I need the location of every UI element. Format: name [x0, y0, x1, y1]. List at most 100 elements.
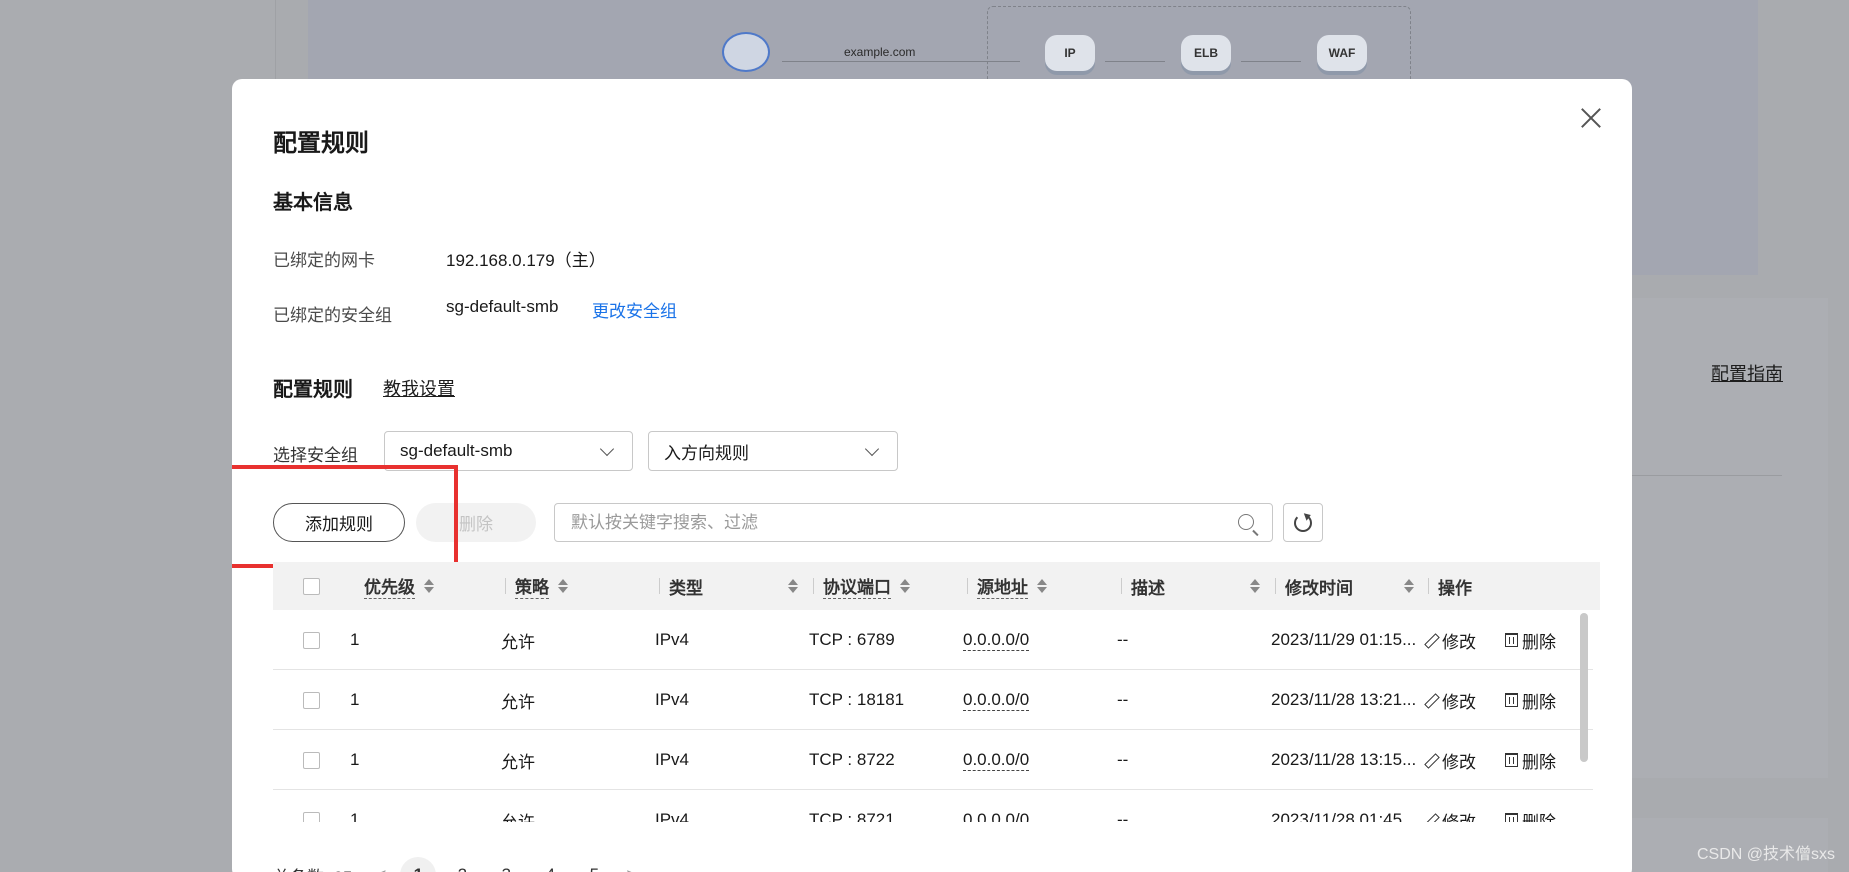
cell-type: IPv4 [655, 630, 690, 649]
chevron-down-icon [599, 441, 615, 457]
cell-source[interactable]: 0.0.0.0/0 [963, 730, 1030, 790]
rule-direction-select-value: 入方向规则 [664, 443, 749, 463]
delete-rule-button[interactable]: 删除 [1505, 790, 1556, 822]
delete-rule-button[interactable]: 删除 [1505, 730, 1556, 790]
cell-source-value: 0.0.0.0/0 [963, 810, 1029, 823]
security-group-label: 已绑定的安全组 [273, 306, 392, 325]
cell-description: -- [1117, 810, 1129, 822]
page-2-button[interactable]: 2 [440, 857, 484, 872]
header-modified-time[interactable]: 修改时间 [1275, 562, 1420, 610]
header-source[interactable]: 源地址 [967, 562, 1048, 610]
header-type-label: 类型 [669, 578, 703, 598]
header-port-label: 协议端口 [823, 573, 891, 599]
basic-info-title: 基本信息 [273, 192, 353, 214]
page-5-button[interactable]: 5 [572, 857, 616, 872]
row-checkbox[interactable] [303, 631, 320, 649]
security-group-value: sg-default-smb [446, 297, 559, 316]
cell-description: -- [1117, 690, 1129, 709]
change-security-group-link[interactable]: 更改安全组 [592, 297, 677, 322]
header-priority[interactable]: 优先级 [364, 562, 435, 610]
rule-direction-select[interactable]: 入方向规则 [648, 431, 898, 471]
cell-source[interactable]: 0.0.0.0/0 [963, 790, 1029, 823]
header-priority-label: 优先级 [364, 573, 415, 599]
cell-port: TCP : 8721 [809, 810, 895, 822]
edit-rule-button[interactable]: 修改 [1424, 790, 1476, 823]
cell-description: -- [1117, 630, 1129, 649]
column-divider [659, 578, 660, 594]
table-row: 1 允许 IPv4 TCP : 8722 0.0.0.0/0 -- 2023/1… [273, 730, 1593, 790]
diagram-connector [782, 61, 1020, 62]
header-modified-label: 修改时间 [1285, 578, 1353, 598]
page-1-button[interactable]: 1 [400, 857, 437, 872]
cell-port: TCP : 6789 [809, 630, 895, 649]
cell-source[interactable]: 0.0.0.0/0 [963, 610, 1030, 670]
cell-policy: 允许 [501, 812, 535, 823]
cell-type: IPv4 [655, 810, 690, 822]
header-type[interactable]: 类型 [659, 562, 804, 610]
cell-policy: 允许 [501, 752, 535, 772]
delete-rule-button[interactable]: 删除 [1505, 610, 1556, 670]
select-security-group-label: 选择安全组 [273, 446, 358, 465]
search-box[interactable] [554, 503, 1273, 542]
row-checkbox[interactable] [303, 751, 320, 769]
config-guide-link[interactable]: 配置指南 [1711, 360, 1783, 386]
cell-port: TCP : 8722 [809, 750, 895, 769]
select-all-cell [303, 562, 320, 610]
column-divider [505, 578, 506, 594]
column-divider [1275, 578, 1276, 594]
delete-label: 删除 [1522, 632, 1556, 652]
cell-priority: 1 [350, 750, 360, 769]
teach-me-link[interactable]: 教我设置 [383, 375, 455, 401]
pencil-icon [1424, 633, 1438, 647]
header-policy-label: 策略 [515, 573, 549, 599]
search-icon[interactable] [1238, 514, 1254, 530]
sort-icon[interactable] [557, 578, 569, 594]
edit-rule-button[interactable]: 修改 [1424, 610, 1476, 670]
cell-source-value: 0.0.0.0/0 [963, 629, 1030, 651]
pencil-icon [1424, 813, 1438, 822]
nic-value: 192.168.0.179（主） [446, 251, 606, 270]
edit-rule-button[interactable]: 修改 [1424, 670, 1476, 730]
total-count: 总条数: 25 [273, 863, 352, 872]
edit-label: 修改 [1442, 692, 1476, 712]
row-select-cell [303, 730, 320, 790]
cell-source[interactable]: 0.0.0.0/0 [963, 670, 1030, 730]
trash-icon [1505, 693, 1518, 707]
next-page-button[interactable]: > [616, 865, 646, 872]
table-scrollbar[interactable] [1580, 613, 1588, 762]
search-input[interactable] [571, 512, 1211, 533]
sort-icon[interactable] [787, 578, 799, 594]
header-operations-label: 操作 [1438, 578, 1472, 598]
sort-icon[interactable] [1036, 578, 1048, 594]
sort-icon[interactable] [1249, 578, 1261, 594]
watermark: CSDN @技术僧sxs [1696, 846, 1835, 863]
cell-priority: 1 [350, 810, 360, 822]
refresh-icon [1294, 513, 1312, 532]
page-3-button[interactable]: 3 [484, 857, 528, 872]
header-policy[interactable]: 策略 [505, 562, 569, 610]
diagram-domain-label: example.com [844, 45, 916, 59]
header-description[interactable]: 描述 [1121, 562, 1266, 610]
prev-page-button[interactable]: < [366, 865, 396, 872]
cell-type: IPv4 [655, 750, 690, 769]
dialog-title: 配置规则 [273, 130, 369, 157]
page-4-button[interactable]: 4 [528, 857, 572, 872]
sort-icon[interactable] [899, 578, 911, 594]
sort-icon[interactable] [423, 578, 435, 594]
cell-source-value: 0.0.0.0/0 [963, 749, 1030, 771]
refresh-button[interactable] [1283, 503, 1323, 542]
row-checkbox[interactable] [303, 691, 320, 709]
edit-rule-button[interactable]: 修改 [1424, 730, 1476, 790]
cell-policy: 允许 [501, 692, 535, 712]
config-rules-dialog: 配置规则 基本信息 已绑定的网卡 192.168.0.179（主） 已绑定的安全… [232, 79, 1632, 872]
sort-icon[interactable] [1403, 578, 1415, 594]
row-select-cell [303, 670, 320, 730]
table-header: 优先级 策略 类型 协议端口 源地址 描述 修改时间 操作 [273, 562, 1600, 610]
row-checkbox[interactable] [303, 811, 320, 822]
select-all-checkbox[interactable] [303, 577, 320, 595]
delete-rule-button[interactable]: 删除 [1505, 670, 1556, 730]
header-operations: 操作 [1428, 562, 1472, 610]
header-port[interactable]: 协议端口 [813, 562, 911, 610]
rules-table: 优先级 策略 类型 协议端口 源地址 描述 修改时间 操作 1 允许 IPv4 … [273, 562, 1600, 822]
close-icon[interactable] [1578, 105, 1604, 131]
